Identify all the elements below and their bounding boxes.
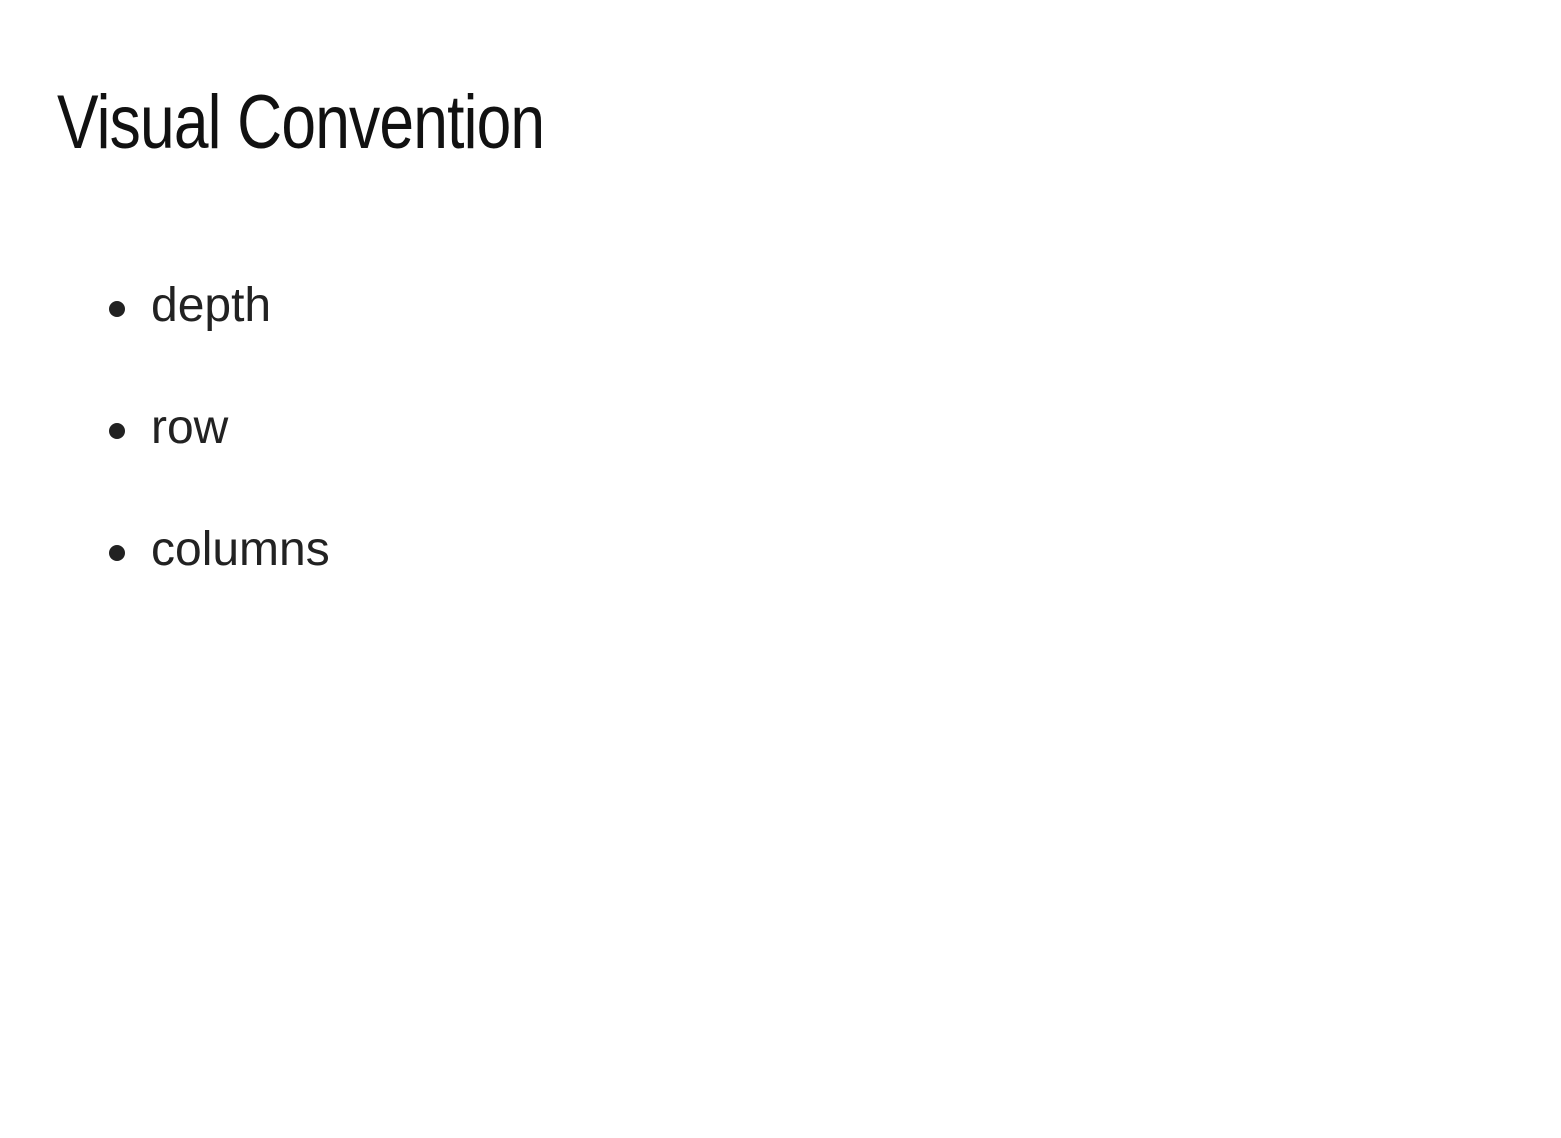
bullet-label-columns: columns — [151, 523, 330, 576]
bullet-icon — [109, 423, 125, 439]
bullet-icon — [109, 301, 125, 317]
slide: Visual Convention depth row columns — [0, 0, 1561, 1138]
bullet-label-depth: depth — [151, 279, 272, 332]
bullet-label-row: row — [151, 401, 229, 454]
slide-title: Visual Convention — [57, 80, 545, 165]
bullet-icon — [109, 545, 125, 561]
